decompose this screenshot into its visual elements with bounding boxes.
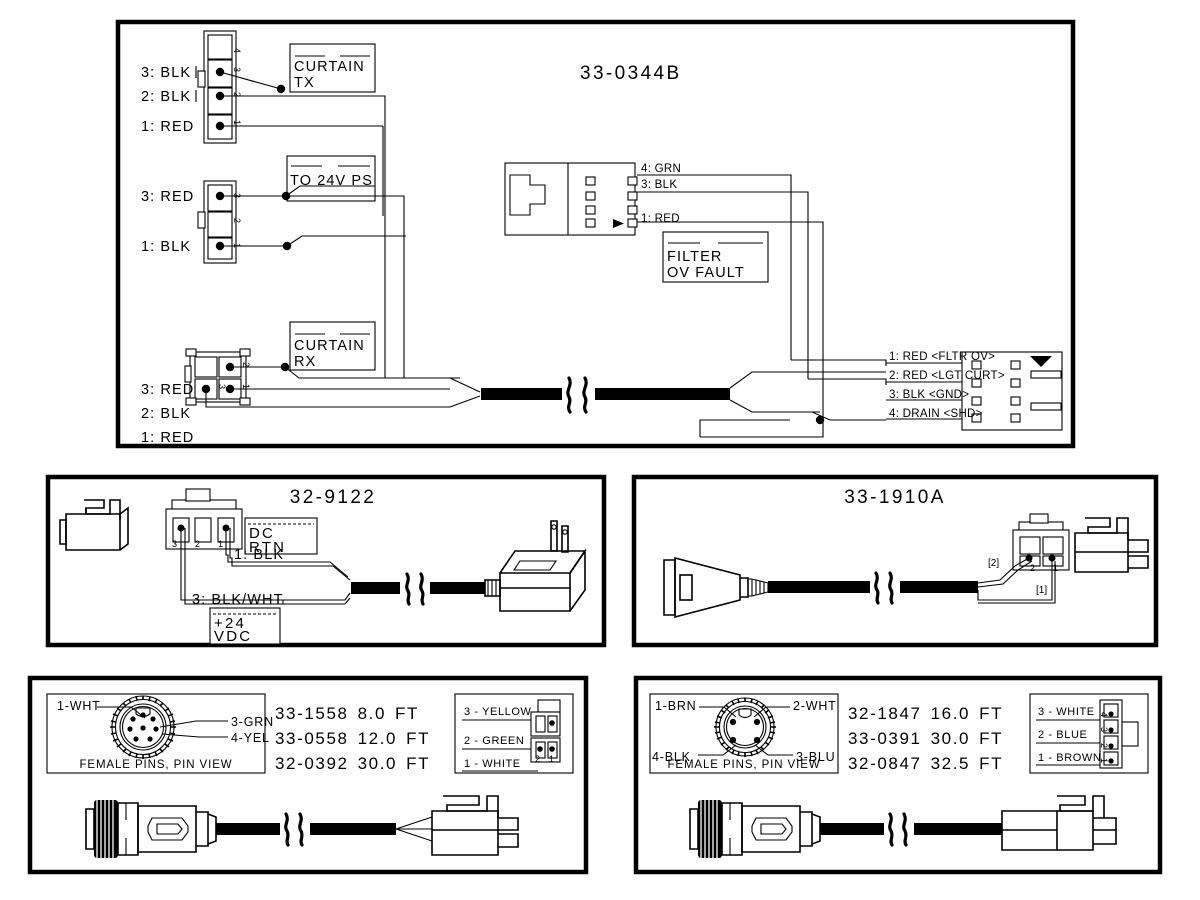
curtain-rx-callout-line2: RX [294, 354, 316, 370]
vdc-line2: VDC [214, 628, 252, 645]
pin-callout-1-wht: 1-WHT [57, 699, 101, 713]
to-24v-ps-callout: TO 24V PS [286, 155, 376, 202]
pin-callout-1-brn: 1-BRN [655, 699, 697, 713]
pin-callout-4-yel: 4-YEL [231, 731, 270, 745]
rx-pin-number-1: 1 [241, 384, 251, 389]
ps-pin1-label: 1: BLK [141, 239, 191, 255]
wiring-diagram-sheet: 33-0344B 4 3 2 1 3: BLK 2: BLK 1: RED CU… [0, 0, 1200, 900]
panel3-index-1: [1] [1036, 585, 1047, 596]
panel3-index-2: [2] [988, 558, 999, 569]
pin-view-box-left: 1-WHT 3-GRN 4-YEL FEMALE PINS, PIN VIEW [46, 693, 274, 774]
pin-view-box-right: 1-BRN 2-WHT 4-BLK 3-BLU FEMALE PINS, PIN… [649, 693, 839, 774]
pn-2: 32-0392 [275, 754, 349, 773]
pn-r0-len: 16.0 [931, 704, 971, 723]
panel-33-0344b-title: 33-0344B [580, 63, 682, 84]
rx-pin-number-2: 2 [241, 362, 251, 367]
pn-1: 33-0558 [275, 729, 349, 748]
ps-pin3-label: 3: RED [141, 189, 194, 205]
panel2-wire-label-1: 1: BLK [234, 547, 284, 563]
curtain-rx-callout: CURTAIN RX [289, 321, 376, 371]
panel2-pin-number-2: 2 [195, 539, 200, 549]
output-wire-label-2: 2: RED <LGT CURT> [889, 370, 1005, 382]
panel3-pin-number-2: 2 [1030, 563, 1035, 573]
pin-view-caption-right: FEMALE PINS, PIN VIEW [667, 759, 820, 771]
ps-pin-number-2: 2 [232, 218, 242, 223]
diagram-canvas: 33-0344B 4 3 2 1 3: BLK 2: BLK 1: RED CU… [27, 19, 1163, 875]
pin-callout-2-wht: 2-WHT [793, 699, 837, 713]
rx-pin1-label: 1: RED [141, 430, 194, 446]
pn-r1-unit: FT [979, 729, 1003, 748]
pn-0-unit: FT [395, 704, 419, 723]
pn-1-unit: FT [406, 729, 430, 748]
power-supply-connector: 3 2 1 [197, 180, 242, 264]
pn-r1: 33-0391 [848, 729, 922, 748]
pn-2-len: 30.0 [358, 754, 398, 773]
curtain-rx-connector: 2 3 1 [184, 348, 251, 406]
pn-r1-len: 30.0 [931, 729, 971, 748]
pin-callout-3-grn: 3-GRN [231, 715, 274, 729]
term-left-1: 1 - WHITE [464, 758, 521, 770]
panel2-pin-number-1: 1 [218, 539, 223, 549]
panel-33-1910a-title: 33-1910A [844, 487, 946, 508]
pn-2-unit: FT [406, 754, 430, 773]
vdc-tag: +24 VDC [209, 607, 281, 645]
center-wire-label-3blk: 3: BLK [641, 179, 677, 191]
term-right-pin-2: 2 [1099, 743, 1109, 748]
pn-0-len: 8.0 [358, 704, 386, 723]
pn-r2-unit: FT [979, 754, 1003, 773]
pin-number-1: 1 [232, 120, 242, 125]
rx-pin2-label: 2: BLK [141, 406, 191, 422]
term-left-pin-1: 1 [549, 754, 554, 764]
pn-r2-len: 32.5 [931, 754, 971, 773]
pin-number-4: 4 [232, 48, 242, 53]
pn-0: 33-1558 [275, 704, 349, 723]
curtain-rx-callout-line1: CURTAIN [294, 338, 365, 354]
to-24v-ps-callout-line1: TO 24V PS [290, 173, 373, 189]
output-wire-label-1: 1: RED <FLTR OV> [889, 351, 995, 363]
pn-r0: 32-1847 [848, 704, 922, 723]
term-right-1: 1 - BROWN [1038, 752, 1101, 764]
curtain-tx-callout-line1: CURTAIN [294, 59, 365, 75]
filter-ov-fault-connector [504, 162, 638, 236]
term-right-pin-1: 1 [1099, 758, 1109, 763]
filter-ov-fault-callout: FILTER OV FAULT [662, 231, 769, 283]
rx-pin-number-3: 3 [217, 384, 227, 389]
filter-callout-line1: FILTER [667, 249, 722, 265]
output-wire-label-3: 3: BLK <GND> [889, 389, 969, 401]
panel2-wire-label-3: 3: BLK/WHT [192, 592, 284, 608]
pin-view-caption-left: FEMALE PINS, PIN VIEW [79, 759, 232, 771]
term-right-pin-3: 3 [1099, 727, 1109, 732]
output-wire-label-4: 4: DRAIN <SHD> [889, 408, 983, 420]
term-right-3: 3 - WHITE [1038, 706, 1095, 718]
filter-callout-line2: OV FAULT [667, 265, 745, 281]
panel-32-9122-title: 32-9122 [290, 487, 377, 508]
rx-pin3-label: 3: RED [141, 382, 194, 398]
curtain-tx-callout-line2: TX [294, 75, 315, 91]
curtain-tx-pin2-label: 2: BLK [141, 89, 191, 105]
term-right-2: 2 - BLUE [1038, 729, 1087, 741]
curtain-tx-callout: CURTAIN TX [289, 43, 376, 93]
termination-table-right: 3 - WHITE 2 - BLUE 1 - BROWN 4 3 2 1 [1029, 693, 1149, 774]
termination-table-left: 3 - YELLOW 2 - GREEN 1 - WHITE 2 1 [454, 693, 574, 774]
center-wire-label-1red: 1: RED [641, 213, 680, 225]
pin-number-3: 3 [232, 67, 242, 72]
curtain-tx-pin3-label: 3: BLK [141, 65, 191, 81]
pn-r0-unit: FT [979, 704, 1003, 723]
pn-1-len: 12.0 [358, 729, 398, 748]
panel3-connector: 2 1 [1012, 513, 1070, 573]
term-left-3: 3 - YELLOW [464, 706, 532, 718]
svg-text:33-15588.0FT: 33-1558 8.0 FT [275, 704, 419, 723]
term-left-2: 2 - GREEN [464, 735, 524, 747]
center-wire-label-4grn: 4: GRN [641, 163, 681, 175]
panel2-pin-number-3: 3 [172, 539, 177, 549]
term-left-pin-2: 2 [535, 754, 540, 764]
pn-r2: 32-0847 [848, 754, 922, 773]
curtain-tx-pin1-label: 1: RED [141, 119, 194, 135]
term-right-pin-4: 4 [1099, 712, 1109, 717]
